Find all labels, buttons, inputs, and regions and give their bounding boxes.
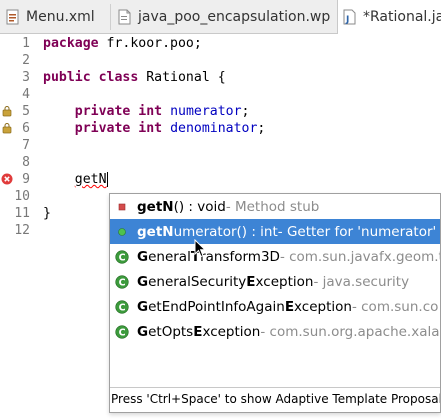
code-line: 3 public class Rational {	[0, 69, 441, 86]
class-icon: C	[115, 249, 129, 264]
svg-text:C: C	[119, 302, 126, 313]
class-icon: C	[115, 274, 129, 289]
code-line: 5 private int numerator;	[0, 103, 441, 120]
svg-text:C: C	[119, 252, 126, 263]
proposal-qualifier: - Method stub	[225, 198, 320, 215]
xml-file-icon	[6, 9, 20, 25]
line-code: package fr.koor.poo;	[43, 36, 202, 51]
getter-icon	[115, 225, 129, 239]
mouse-pointer-icon	[194, 238, 207, 259]
line-number: 3	[22, 70, 30, 85]
line-number: 1	[22, 36, 30, 51]
line-number: 4	[22, 87, 30, 102]
proposal-qualifier: - com.sun.co	[351, 298, 439, 315]
line-code: }	[43, 206, 51, 221]
svg-text:C: C	[119, 327, 126, 338]
code-line-current: 9 getN	[0, 171, 441, 188]
proposal-item-class[interactable]: C GetOptsException - com.sun.org.apache.…	[110, 319, 441, 344]
class-icon: C	[115, 299, 129, 314]
line-code: public class Rational {	[43, 70, 226, 85]
tab-rational-java[interactable]: J *Rational.java	[337, 0, 441, 34]
class-icon: C	[115, 324, 129, 339]
code-line: 7	[0, 137, 441, 154]
content-assist-popup: getN() : void - Method stub getNumerator…	[109, 193, 441, 413]
proposal-item-class[interactable]: C GeneralSecurityException - java.securi…	[110, 269, 440, 294]
tab-label: *Rational.java	[363, 9, 441, 25]
document-icon	[118, 9, 132, 25]
method-stub-icon	[115, 200, 129, 214]
tab-label: java_poo_encapsulation.wp	[138, 8, 331, 25]
code-line: 1 package fr.koor.poo;	[0, 35, 441, 52]
proposal-label: GeneralSecurityException	[137, 273, 314, 290]
content-assist-status-bar: Press 'Ctrl+Space' to show Adaptive Temp…	[110, 387, 440, 412]
line-number: 5	[22, 104, 30, 119]
code-line: 2	[0, 52, 441, 69]
java-file-icon: J	[343, 9, 357, 25]
proposal-label: getN() : void	[137, 198, 226, 215]
editor-tab-bar: Menu.xml java_poo_encapsulation.wp J *Ra…	[0, 0, 441, 34]
line-number: 10	[14, 189, 30, 204]
line-number: 8	[22, 155, 30, 170]
line-number: 6	[22, 121, 30, 136]
code-line: 8	[0, 154, 441, 171]
line-number: 7	[22, 138, 30, 153]
line-number: 2	[22, 53, 30, 68]
proposal-qualifier: - java.security	[313, 273, 410, 290]
proposal-item-class[interactable]: C GetEndPointInfoAgainException - com.su…	[110, 294, 440, 319]
proposal-label: GetEndPointInfoAgainException	[137, 298, 352, 315]
line-code: private int denominator;	[74, 121, 266, 136]
tab-separator	[110, 4, 111, 30]
proposal-qualifier: - com.sun.org.apache.xalan	[260, 323, 441, 340]
proposal-label: GeneralTransform3D	[137, 248, 280, 265]
proposal-item-getNumerator-getter[interactable]: getNumerator() : int - Getter for 'numer…	[110, 219, 440, 244]
line-code: getN	[43, 171, 108, 188]
code-line: 4	[0, 86, 441, 103]
line-number: 11	[14, 206, 30, 221]
tab-menu-xml[interactable]: Menu.xml	[4, 0, 108, 33]
tab-label: Menu.xml	[26, 8, 95, 25]
error-token: getN	[74, 172, 107, 187]
proposal-label: GetOptsException	[137, 323, 261, 340]
tab-java-poo-encapsulation[interactable]: java_poo_encapsulation.wp	[116, 0, 334, 33]
svg-text:J: J	[345, 15, 349, 25]
proposal-item-getN-method-stub[interactable]: getN() : void - Method stub	[110, 194, 440, 219]
line-code: private int numerator;	[74, 104, 250, 119]
proposal-qualifier: - Getter for 'numerator'	[277, 223, 437, 240]
line-number: 9	[22, 172, 30, 187]
proposal-qualifier: - com.sun.javafx.geom.tr	[279, 248, 441, 265]
proposal-item-class[interactable]: C GeneralTransform3D - com.sun.javafx.ge…	[110, 244, 441, 269]
svg-text:C: C	[119, 277, 126, 288]
code-line: 6 private int denominator;	[0, 120, 441, 137]
line-number: 12	[14, 223, 30, 238]
proposal-label: getNumerator() : int	[137, 223, 278, 240]
